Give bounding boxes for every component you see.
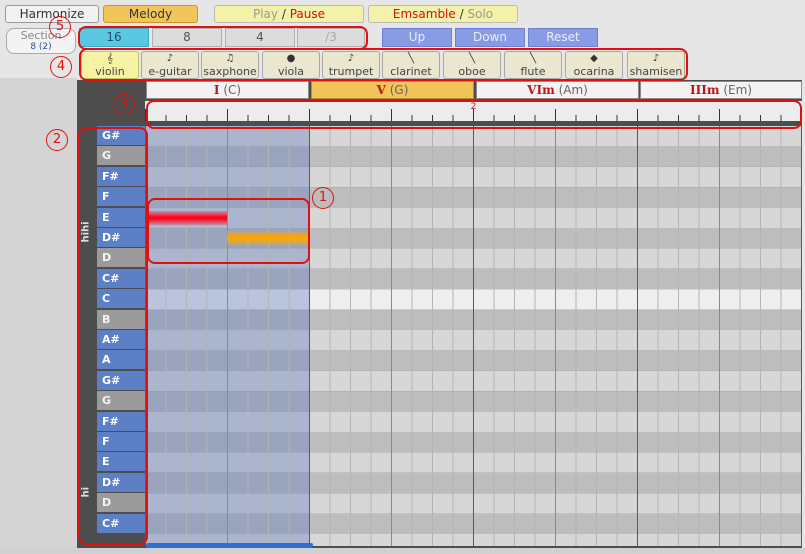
instrument-saxphone-button[interactable]: ♫ saxphone (201, 51, 259, 79)
piano-key[interactable]: F (97, 187, 145, 207)
instrument-label: viola (277, 65, 305, 78)
flute-icon: ╲ (529, 53, 537, 64)
instrument-oboe-button[interactable]: ╲ oboe (443, 51, 501, 79)
guitar-icon: ♪ (166, 53, 174, 64)
play-label: Play (252, 7, 279, 21)
chord-1[interactable]: I (C) (146, 81, 309, 99)
piano-roll-editor: I (C) V (G) VIm (Am) IIIm (Em) 2 G# G F# F E D# D… (77, 80, 802, 549)
piano-key[interactable]: D (97, 248, 145, 268)
shamisen-icon: ♪ (652, 53, 660, 64)
instrument-flute-button[interactable]: ╲ flute (504, 51, 562, 79)
chord-roman: IIIm (689, 83, 720, 97)
annotation-number-4: 4 (50, 56, 72, 78)
annotation-number-1: 1 (312, 187, 334, 209)
melody-tab[interactable]: Melody (103, 5, 198, 23)
play-pause-separator: / (281, 7, 286, 21)
instrument-label: oboe (458, 65, 486, 78)
viola-icon: ● (286, 53, 296, 64)
ensemble-solo-separator: / (459, 7, 464, 21)
left-margin (0, 78, 77, 548)
measure-number: 2 (470, 102, 477, 112)
piano-key[interactable]: E (97, 452, 145, 472)
trumpet-icon: ♪ (347, 53, 355, 64)
piano-key[interactable]: F# (97, 166, 145, 186)
ocarina-icon: ◆ (590, 53, 598, 64)
chord-name: (G) (389, 83, 409, 97)
chord-roman: VIm (527, 83, 555, 97)
note-length-4-button[interactable]: 4 (225, 28, 295, 47)
down-button[interactable]: Down (455, 28, 525, 47)
piano-key[interactable]: A (97, 350, 145, 370)
grid-lines (145, 126, 802, 546)
note-grid[interactable] (145, 126, 802, 546)
chord-3[interactable]: VIm (Am) (476, 81, 639, 99)
triplet-button[interactable]: /3 (297, 28, 365, 47)
chord-4[interactable]: IIIm (Em) (640, 81, 802, 99)
piano-key[interactable]: C# (97, 513, 145, 533)
saxophone-icon: ♫ (225, 53, 235, 64)
ensemble-label: Emsamble (392, 7, 456, 21)
piano-key[interactable]: G# (97, 126, 145, 145)
piano-key[interactable]: C# (97, 268, 145, 288)
solo-label: Solo (467, 7, 494, 21)
pause-label: Pause (289, 7, 326, 21)
piano-key[interactable]: D (97, 493, 145, 513)
piano-key[interactable]: B (97, 309, 145, 329)
violin-icon: 𝄞 (107, 53, 113, 64)
note-length-8-button[interactable]: 8 (152, 28, 222, 47)
annotation-number-3: 3 (113, 94, 135, 116)
instrument-shamisen-button[interactable]: ♪ shamisen (627, 51, 685, 79)
chord-roman: V (376, 83, 386, 97)
oboe-icon: ╲ (468, 53, 476, 64)
piano-key[interactable]: C (97, 289, 145, 309)
instrument-violin-button[interactable]: 𝄞 violin (81, 51, 139, 79)
play-pause-button[interactable]: Play / Pause (214, 5, 364, 23)
instrument-label: violin (95, 65, 125, 78)
instrument-label: shamisen (629, 65, 683, 78)
instrument-label: flute (520, 65, 546, 78)
instrument-label: saxphone (203, 65, 257, 78)
instrument-clarinet-button[interactable]: ╲ clarinet (382, 51, 440, 79)
instrument-e-guitar-button[interactable]: ♪ e-guitar (141, 51, 199, 79)
chord-roman: I (213, 83, 220, 97)
instrument-label: ocarina (573, 65, 615, 78)
chord-name: (Em) (723, 83, 752, 97)
instrument-label: e-guitar (148, 65, 192, 78)
note-length-16-button[interactable]: 16 (79, 28, 149, 47)
piano-key[interactable]: E (97, 207, 145, 227)
annotation-number-2: 2 (46, 129, 68, 151)
section-count: 8 (2) (30, 42, 52, 52)
piano-key[interactable]: D# (97, 228, 145, 247)
instrument-label: trumpet (328, 65, 374, 78)
instrument-trumpet-button[interactable]: ♪ trumpet (322, 51, 380, 79)
piano-key[interactable]: G (97, 146, 145, 166)
instrument-label: clarinet (390, 65, 432, 78)
up-button[interactable]: Up (382, 28, 452, 47)
annotation-number-5: 5 (49, 16, 71, 38)
measure-ruler[interactable]: 2 (145, 101, 802, 121)
chord-name: (Am) (558, 83, 588, 97)
piano-key[interactable]: D# (97, 472, 145, 492)
piano-key[interactable]: F# (97, 411, 145, 431)
piano-keys: G# G F# F E D# D C# C B A# A G# G F# F E D# D C# (97, 126, 145, 546)
bottom-border (0, 548, 805, 554)
note-Dsharp[interactable] (227, 231, 309, 245)
clarinet-icon: ╲ (407, 53, 415, 64)
ensemble-solo-button[interactable]: Emsamble / Solo (368, 5, 518, 23)
piano-key[interactable]: A# (97, 330, 145, 349)
octave-label-upper: hihi (80, 221, 92, 243)
instrument-ocarina-button[interactable]: ◆ ocarina (565, 51, 623, 79)
chord-2[interactable]: V (G) (311, 81, 474, 99)
instrument-viola-button[interactable]: ● viola (262, 51, 320, 79)
piano-key[interactable]: F (97, 432, 145, 451)
octave-label-lower: hi (80, 486, 92, 498)
note-E[interactable] (145, 210, 227, 225)
reset-button[interactable]: Reset (528, 28, 598, 47)
piano-key[interactable]: G# (97, 370, 145, 390)
piano-key[interactable]: G (97, 391, 145, 411)
chord-name: (C) (223, 83, 242, 97)
